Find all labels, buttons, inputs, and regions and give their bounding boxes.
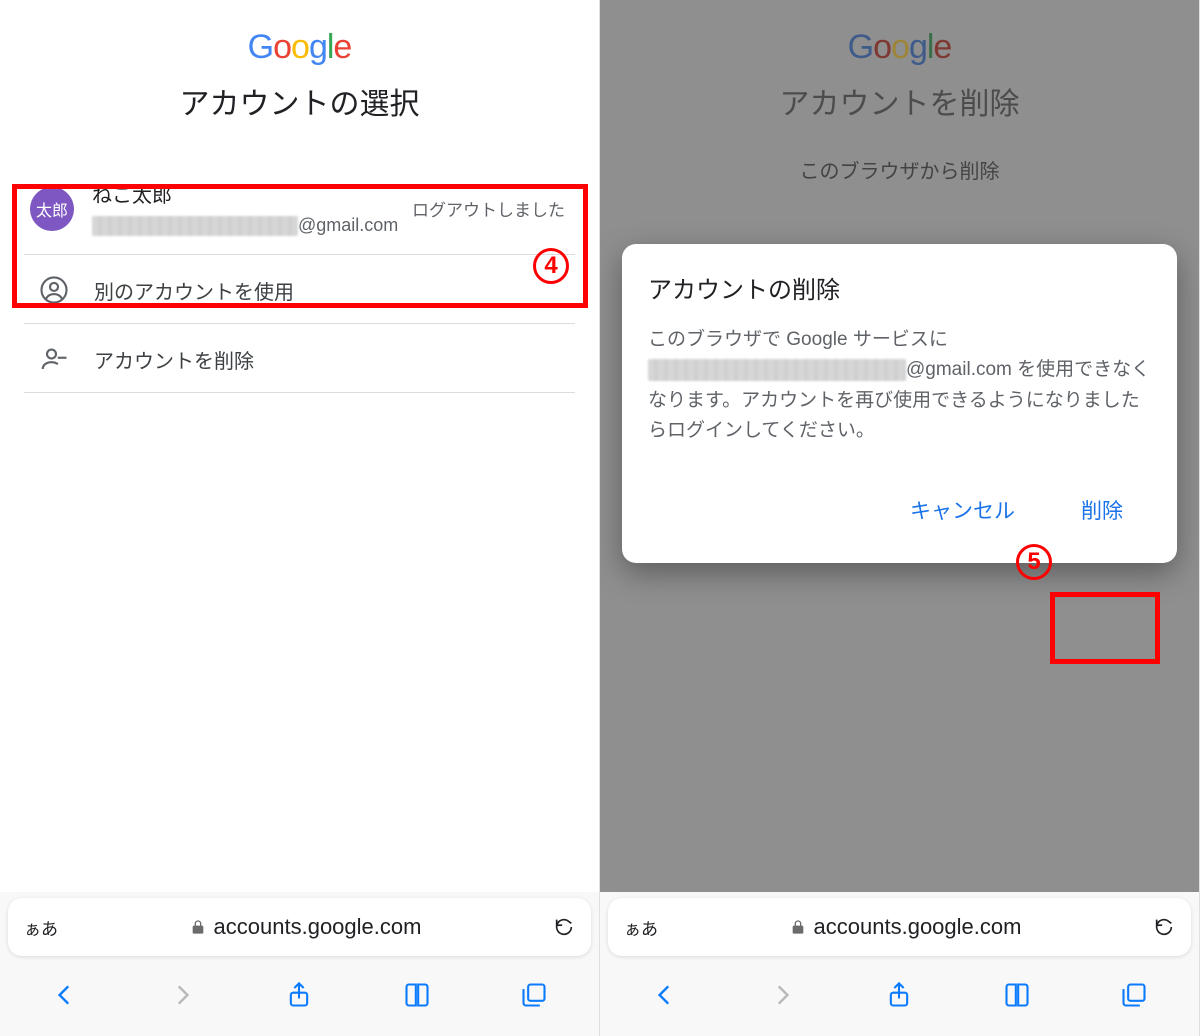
share-button[interactable] (869, 970, 929, 1020)
user-circle-icon (32, 275, 76, 305)
address-bar[interactable]: ぁあ accounts.google.com (8, 898, 591, 956)
text-size-button[interactable]: ぁあ (624, 915, 658, 940)
url-display[interactable]: accounts.google.com (658, 914, 1153, 940)
confirm-dialog: アカウントの削除 このブラウザで Google サービスに @gmail.com… (622, 244, 1177, 563)
lock-icon (790, 919, 806, 935)
account-row[interactable]: 太郎 ねこ太郎 @gmail.com ログアウトしました (24, 163, 575, 255)
screen-account-select: Google アカウントの選択 太郎 ねこ太郎 @gmail.com ログアウト… (0, 0, 600, 1036)
account-list: 太郎 ねこ太郎 @gmail.com ログアウトしました 別のアカウントを使用 (0, 163, 599, 393)
remove-account-label: アカウントを削除 (94, 345, 254, 374)
annotation-highlight-5 (1050, 592, 1160, 664)
forward-button[interactable] (752, 970, 812, 1020)
redacted-email-local (92, 216, 298, 236)
avatar: 太郎 (30, 187, 74, 231)
bookmarks-button[interactable] (387, 970, 447, 1020)
dialog-title: アカウントの削除 (648, 270, 1151, 305)
address-bar-area: ぁあ accounts.google.com (0, 892, 599, 964)
address-bar-area: ぁあ accounts.google.com (600, 892, 1199, 964)
cancel-button[interactable]: キャンセル (890, 485, 1035, 535)
tabs-button[interactable] (1104, 970, 1164, 1020)
back-button[interactable] (35, 970, 95, 1020)
account-email: @gmail.com (92, 212, 404, 238)
account-info: ねこ太郎 @gmail.com (92, 179, 404, 238)
browser-toolbar (600, 964, 1199, 1036)
account-select-content: Google アカウントの選択 太郎 ねこ太郎 @gmail.com ログアウト… (0, 0, 599, 892)
page-subtext: このブラウザから削除 (600, 155, 1199, 184)
url-text: accounts.google.com (814, 914, 1022, 940)
url-text: accounts.google.com (214, 914, 422, 940)
google-logo: Google (600, 28, 1199, 67)
use-other-account-row[interactable]: 別のアカウントを使用 (24, 255, 575, 324)
browser-toolbar (0, 964, 599, 1036)
delete-confirm-content: Google アカウントを削除 このブラウザから削除 アカウントの削除 このブラ… (600, 0, 1199, 892)
text-size-button[interactable]: ぁあ (24, 915, 58, 940)
page-title: アカウントの選択 (0, 79, 599, 123)
remove-account-row[interactable]: アカウントを削除 (24, 324, 575, 393)
dialog-actions: キャンセル 削除 (648, 473, 1151, 553)
dialog-body: このブラウザで Google サービスに @gmail.com を使用できなくな… (648, 325, 1151, 447)
reload-button[interactable] (553, 916, 575, 938)
share-button[interactable] (269, 970, 329, 1020)
page-title: アカウントを削除 (600, 79, 1199, 123)
tabs-button[interactable] (504, 970, 564, 1020)
account-name: ねこ太郎 (92, 179, 404, 208)
forward-button[interactable] (152, 970, 212, 1020)
bookmarks-button[interactable] (987, 970, 1047, 1020)
delete-button[interactable]: 削除 (1061, 485, 1143, 535)
screen-delete-confirm: Google アカウントを削除 このブラウザから削除 アカウントの削除 このブラ… (600, 0, 1200, 1036)
redacted-email-local (648, 359, 906, 381)
lock-icon (190, 919, 206, 935)
use-other-account-label: 別のアカウントを使用 (94, 276, 294, 305)
reload-button[interactable] (1153, 916, 1175, 938)
url-display[interactable]: accounts.google.com (58, 914, 553, 940)
annotation-step-badge: 5 (1016, 544, 1052, 580)
back-button[interactable] (635, 970, 695, 1020)
account-status: ログアウトしました (404, 196, 565, 221)
google-logo: Google (0, 28, 599, 67)
user-minus-icon (32, 344, 76, 374)
address-bar[interactable]: ぁあ accounts.google.com (608, 898, 1191, 956)
annotation-step-badge: 4 (533, 248, 569, 284)
